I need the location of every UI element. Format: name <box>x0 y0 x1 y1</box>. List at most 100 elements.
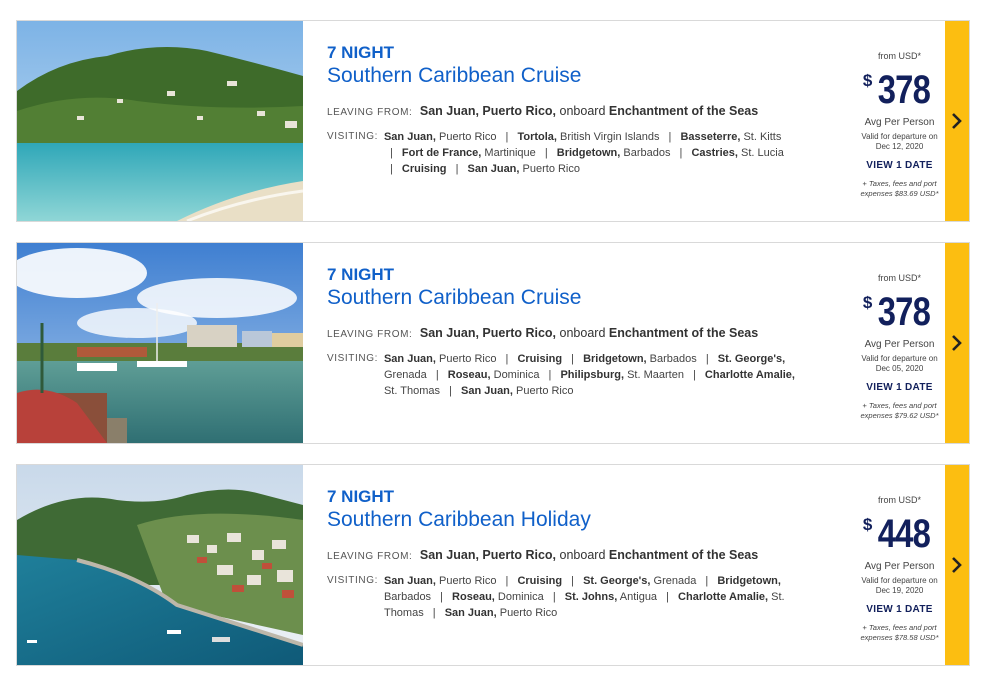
port-name: Charlotte Amalie, <box>678 591 769 603</box>
from-label: from USD* <box>877 495 921 505</box>
from-label: from USD* <box>877 273 921 283</box>
ship-name: Enchantment of the Seas <box>608 548 759 562</box>
view-dates-link[interactable]: VIEW 1 DATE <box>842 604 957 615</box>
avg-per-person: Avg Per Person <box>864 561 935 572</box>
ship-name: Enchantment of the Seas <box>608 104 759 118</box>
port-item: San Juan, Puerto Rico <box>461 385 574 397</box>
currency-symbol: $ <box>862 71 873 90</box>
port-item: San Juan, Puerto Rico <box>384 131 497 143</box>
port-list: San Juan, Puerto Rico | Cruising | St. G… <box>384 573 797 621</box>
port-region: Dominica <box>490 369 540 381</box>
visiting-ports: VISITING: San Juan, Puerto Rico | Cruisi… <box>327 573 797 621</box>
port-name: Philipsburg, <box>560 369 625 381</box>
visiting-ports: VISITING: San Juan, Puerto Rico | Tortol… <box>327 129 797 177</box>
taxes-text: + Taxes, fees and port <box>862 179 937 188</box>
port-separator: | <box>548 369 552 381</box>
leaving-label: LEAVING FROM: <box>327 107 413 118</box>
price-amount: $378 <box>842 291 957 333</box>
port-name: Cruising <box>401 163 447 175</box>
port-region: St. Maarten <box>624 369 684 381</box>
next-button[interactable] <box>945 243 969 443</box>
port-separator: | <box>571 353 574 365</box>
port-item: Bridgetown, Barbados <box>583 353 697 365</box>
port-item: Philipsburg, St. Maarten <box>560 369 683 381</box>
cruise-info: 7 NIGHT Southern Caribbean Holiday LEAVI… <box>327 487 797 621</box>
visiting-label: VISITING: <box>327 353 378 364</box>
leaving-from: LEAVING FROM: San Juan, Puerto Rico, onb… <box>327 325 797 343</box>
cruise-card-2[interactable]: 7 NIGHT Southern Caribbean Cruise LEAVIN… <box>16 242 970 444</box>
port-name: Castries, <box>691 147 738 159</box>
leaving-from: LEAVING FROM: San Juan, Puerto Rico, onb… <box>327 103 797 121</box>
port-list: San Juan, Puerto Rico | Tortola, British… <box>384 129 797 177</box>
leaving-from: LEAVING FROM: San Juan, Puerto Rico, onb… <box>327 547 797 565</box>
nights-label: 7 NIGHT <box>327 265 395 284</box>
port-name: Tortola, <box>517 131 557 143</box>
visiting-ports: VISITING: San Juan, Puerto Rico | Cruisi… <box>327 351 797 399</box>
cruise-photo-marina[interactable] <box>17 243 303 443</box>
cruise-photo-tortola[interactable] <box>17 21 303 221</box>
valid-date: Dec 05, 2020 <box>875 364 924 373</box>
cruise-title[interactable]: Southern Caribbean Cruise <box>327 285 797 311</box>
port-item: Castries, St. Lucia <box>691 147 783 159</box>
port-item: Roseau, Dominica <box>452 591 544 603</box>
port-separator: | <box>440 591 443 603</box>
taxes-note: + Taxes, fees and port expenses $78.58 US… <box>842 623 957 643</box>
cruise-title[interactable]: Southern Caribbean Cruise <box>327 63 797 89</box>
port-region: Puerto Rico <box>519 163 580 175</box>
taxes-text: + Taxes, fees and port <box>862 401 937 410</box>
port-name: Charlotte Amalie, <box>704 369 795 381</box>
port-item: Cruising <box>517 575 562 587</box>
currency-symbol: $ <box>862 293 873 312</box>
view-dates-link[interactable]: VIEW 1 DATE <box>842 160 957 171</box>
cruise-info: 7 NIGHT Southern Caribbean Cruise LEAVIN… <box>327 43 797 177</box>
departure-port: San Juan, Puerto Rico, <box>419 104 557 118</box>
port-separator: | <box>668 131 672 143</box>
port-item: Bridgetown, Barbados <box>557 147 671 159</box>
port-name: Cruising <box>517 575 563 587</box>
port-separator: | <box>552 591 556 603</box>
port-name: St. George's, <box>717 353 786 365</box>
port-name: St. George's, <box>583 575 651 587</box>
port-item: Tortola, British Virgin Islands <box>517 131 659 143</box>
port-region: British Virgin Islands <box>556 131 660 143</box>
port-name: Bridgetown, <box>556 147 621 159</box>
cruise-title[interactable]: Southern Caribbean Holiday <box>327 507 797 533</box>
price-value: 378 <box>878 68 931 112</box>
port-name: Basseterre, <box>680 131 741 143</box>
port-name: St. Johns, <box>564 591 618 603</box>
port-name: San Juan, <box>467 163 520 175</box>
cruise-card-1[interactable]: 7 NIGHT Southern Caribbean Cruise LEAVIN… <box>16 20 970 222</box>
valid-departure: Valid for departure on Dec 05, 2020 <box>842 354 957 374</box>
cruise-photo-harbor-town[interactable] <box>17 465 303 665</box>
currency-symbol: $ <box>862 515 873 534</box>
port-name: San Juan, <box>444 607 497 619</box>
departure-port: San Juan, Puerto Rico, <box>419 548 557 562</box>
next-button[interactable] <box>945 465 969 665</box>
taxes-amount: expenses $78.58 USD* <box>860 633 939 642</box>
port-item: Basseterre, St. Kitts <box>680 131 781 143</box>
chevron-right-icon <box>952 113 962 129</box>
cruise-card-3[interactable]: 7 NIGHT Southern Caribbean Holiday LEAVI… <box>16 464 970 666</box>
port-separator: | <box>449 385 452 397</box>
port-region: Martinique <box>481 147 536 159</box>
valid-departure: Valid for departure on Dec 12, 2020 <box>842 132 957 152</box>
port-name: Roseau, <box>447 369 491 381</box>
taxes-text: + Taxes, fees and port <box>862 623 937 632</box>
port-separator: | <box>389 147 393 159</box>
port-separator: | <box>389 163 393 175</box>
valid-departure: Valid for departure on Dec 19, 2020 <box>842 576 957 596</box>
ship-name: Enchantment of the Seas <box>608 326 759 340</box>
port-name: San Juan, <box>383 131 436 143</box>
price-box: from USD* $378 Avg Per Person Valid for … <box>842 51 957 199</box>
port-separator: | <box>432 607 436 619</box>
port-region: Antigua <box>617 591 658 603</box>
port-separator: | <box>455 163 459 175</box>
port-item: San Juan, Puerto Rico <box>384 575 497 587</box>
port-item: St. George's, Grenada <box>583 575 696 587</box>
port-separator: | <box>666 591 669 603</box>
view-dates-link[interactable]: VIEW 1 DATE <box>842 382 957 393</box>
valid-text: Valid for departure on <box>861 132 938 141</box>
port-region: Barbados <box>646 353 697 365</box>
port-item: Cruising <box>402 163 447 175</box>
next-button[interactable] <box>945 21 969 221</box>
